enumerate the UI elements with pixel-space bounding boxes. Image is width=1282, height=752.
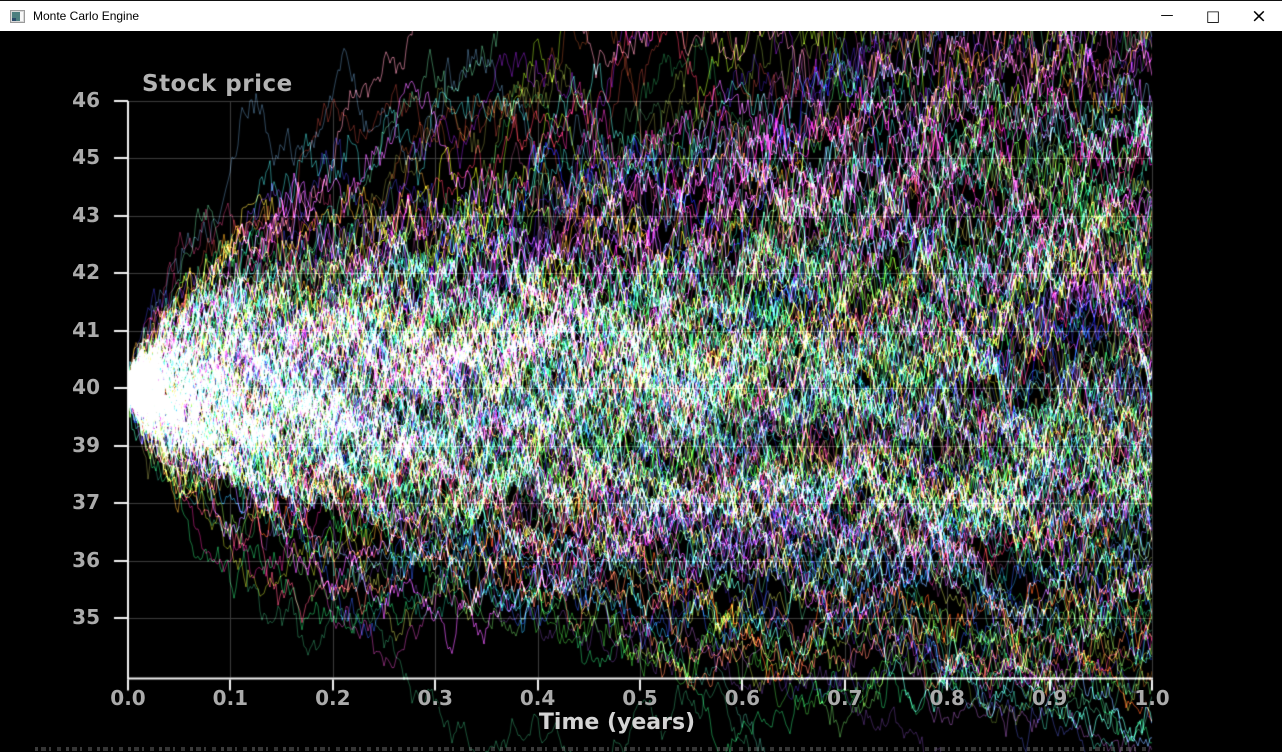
x-tick-label: 0.7 [810, 686, 880, 710]
chart-title: Stock price [142, 71, 293, 97]
app-icon-detail [12, 18, 16, 21]
x-tick-label: 0.1 [195, 686, 265, 710]
x-tick-label: 0.6 [707, 686, 777, 710]
app-icon [10, 10, 25, 23]
x-axis-title: Time (years) [507, 710, 727, 735]
y-tick-label: 43 [30, 203, 100, 227]
window-title: Monte Carlo Engine [33, 1, 139, 31]
titlebar[interactable]: Monte Carlo Engine — □ × [0, 0, 1282, 31]
close-button[interactable]: × [1236, 1, 1282, 31]
x-tick-label: 0.9 [1015, 686, 1085, 710]
chart-area: Stock price Time (years) 46 45 43 42 41 40 39 3… [0, 31, 1282, 752]
y-tick-label: 36 [30, 548, 100, 572]
app-icon-detail [20, 12, 23, 21]
y-tick-label: 39 [30, 433, 100, 457]
y-tick-label: 42 [30, 260, 100, 284]
y-tick-label: 41 [30, 318, 100, 342]
y-tick-label: 37 [30, 490, 100, 514]
window-controls: — □ × [1144, 1, 1282, 31]
close-icon: × [1251, 8, 1267, 24]
app-window: Monte Carlo Engine — □ × Stock price Tim… [0, 0, 1282, 752]
y-tick-label: 35 [30, 605, 100, 629]
x-tick-label: 1.0 [1117, 686, 1187, 710]
maximize-icon: □ [1206, 9, 1220, 24]
monte-carlo-paths-canvas [0, 31, 1282, 752]
y-tick-label: 46 [30, 88, 100, 112]
x-tick-label: 0.3 [400, 686, 470, 710]
clipped-text-row [35, 747, 1150, 751]
y-tick-label: 45 [30, 145, 100, 169]
minimize-icon: — [1161, 11, 1174, 21]
x-tick-label: 0.2 [298, 686, 368, 710]
x-tick-label: 0.4 [503, 686, 573, 710]
x-tick-label: 0.8 [912, 686, 982, 710]
maximize-button[interactable]: □ [1190, 1, 1236, 31]
x-tick-label: 0.5 [605, 686, 675, 710]
y-tick-label: 40 [30, 375, 100, 399]
x-tick-label: 0.0 [93, 686, 163, 710]
minimize-button[interactable]: — [1144, 1, 1190, 31]
